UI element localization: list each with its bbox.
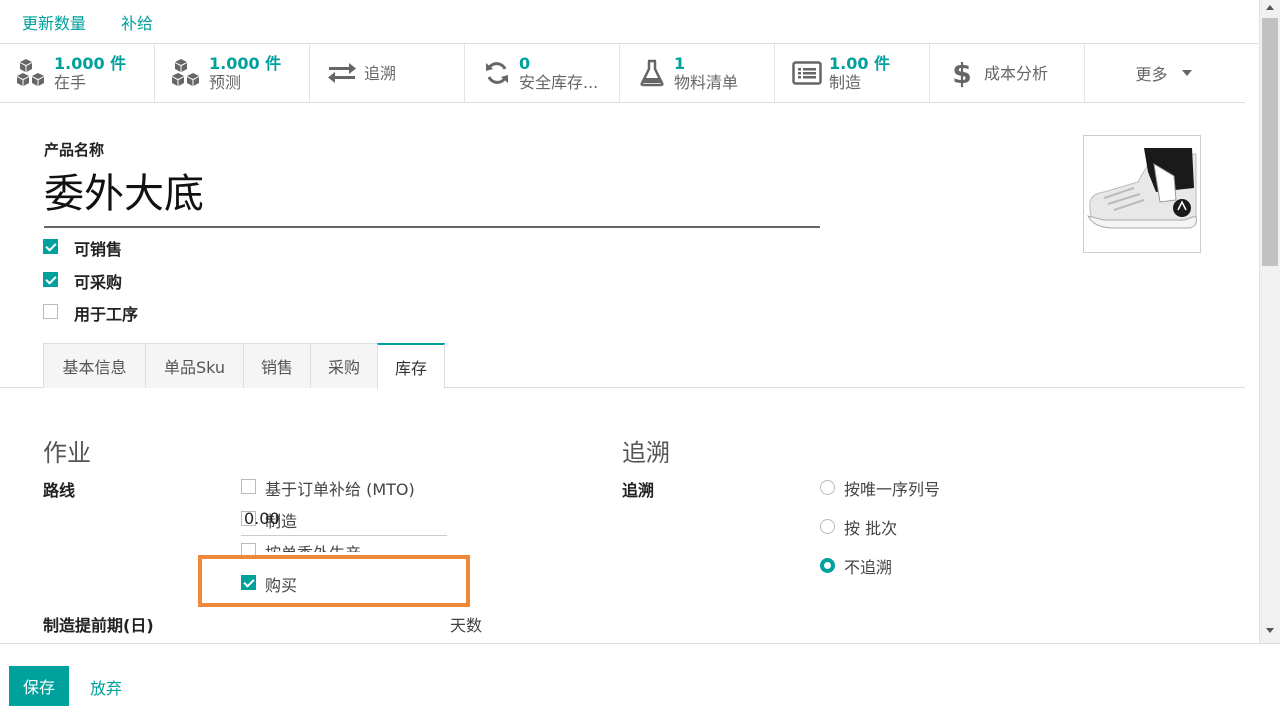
tracking-label: 追溯 <box>622 481 655 500</box>
tracking-serial-label: 按唯一序列号 <box>844 480 941 499</box>
update-quantity-button[interactable]: 更新数量 <box>22 10 86 34</box>
cost-analysis-label: 成本分析 <box>984 63 1049 83</box>
on-hand-label: 在手 <box>54 73 87 92</box>
manufacturing-label: 制造 <box>829 73 862 92</box>
product-name-label: 产品名称 <box>44 141 105 159</box>
cost-analysis-button[interactable]: $ 成本分析 <box>930 44 1085 102</box>
tracking-lot-label: 按 批次 <box>844 519 898 538</box>
smart-buttons: 1.000 件 在手 1.000 件 预测 追溯 0 安全库存... 1 物料清… <box>0 44 1245 103</box>
workcenter-checkbox[interactable] <box>43 304 58 319</box>
route-mto-checkbox[interactable] <box>241 479 256 494</box>
tab-sales[interactable]: 销售 <box>243 343 311 388</box>
sale-ok-checkbox[interactable] <box>43 239 58 254</box>
bom-label: 物料清单 <box>674 73 739 92</box>
control-panel: 更新数量 补给 <box>0 0 1258 44</box>
scroll-up-icon[interactable] <box>1266 5 1274 10</box>
traceability-label: 追溯 <box>364 63 397 83</box>
on-hand-value: 1.000 件 <box>54 54 127 73</box>
more-dropdown[interactable]: 更多 <box>1085 44 1242 102</box>
tab-inventory[interactable]: 库存 <box>377 343 445 389</box>
more-label: 更多 <box>1135 65 1168 84</box>
tracking-none-radio[interactable] <box>820 558 835 573</box>
bom-button[interactable]: 1 物料清单 <box>620 44 775 102</box>
save-button[interactable]: 保存 <box>9 666 69 706</box>
traceability-title: 追溯 <box>622 439 670 467</box>
refresh-icon <box>477 60 517 86</box>
safety-stock-label: 安全库存... <box>519 73 599 92</box>
routes-label: 路线 <box>43 481 76 500</box>
route-mto-label: 基于订单补给 (MTO) <box>265 480 415 499</box>
forecast-value: 1.000 件 <box>209 54 282 73</box>
caret-down-icon <box>1181 70 1192 76</box>
safety-stock-button[interactable]: 0 安全库存... <box>465 44 620 102</box>
cubes-icon <box>12 58 52 88</box>
form-footer: 保存 放弃 <box>0 643 1280 712</box>
bom-value: 1 <box>674 54 686 73</box>
purchase-ok-checkbox[interactable] <box>43 272 58 287</box>
highlight-box <box>198 555 470 607</box>
workcenter-label: 用于工序 <box>74 305 139 324</box>
purchase-ok-label: 可采购 <box>74 273 123 292</box>
flask-icon <box>632 59 672 87</box>
tracking-lot-radio[interactable] <box>820 519 835 534</box>
sneaker-image <box>1087 148 1197 229</box>
cubes-icon <box>167 58 207 88</box>
manufacturing-value: 1.00 件 <box>829 54 891 73</box>
forecast-label: 预测 <box>209 73 242 92</box>
sale-ok-label: 可销售 <box>74 240 123 259</box>
manufacture-lead-label: 制造提前期(日) <box>43 616 154 635</box>
dollar-icon: $ <box>952 56 972 90</box>
on-hand-button[interactable]: 1.000 件 在手 <box>0 44 155 102</box>
forecast-button[interactable]: 1.000 件 预测 <box>155 44 310 102</box>
product-name-input[interactable]: 委外大底 <box>44 166 820 228</box>
scrollbar[interactable] <box>1259 0 1280 643</box>
tracking-none-label: 不追溯 <box>844 558 893 577</box>
tab-general-info[interactable]: 基本信息 <box>43 343 146 388</box>
product-form: 产品名称 委外大底 可销售 可采购 用于工序 基本信息 单品Sku 销售 采购 … <box>0 103 1245 643</box>
notebook-tabs: 基本信息 单品Sku 销售 采购 库存 <box>0 343 1245 389</box>
tab-variants[interactable]: 单品Sku <box>145 343 244 388</box>
lead-unit-label: 天数 <box>450 616 483 635</box>
exchange-icon <box>322 62 362 84</box>
product-image[interactable] <box>1083 135 1201 253</box>
list-icon <box>787 61 827 85</box>
manufacture-lead-input[interactable]: 0.00 <box>241 506 447 536</box>
tracking-serial-radio[interactable] <box>820 480 835 495</box>
tab-purchase[interactable]: 采购 <box>310 343 378 388</box>
safety-stock-value: 0 <box>519 54 531 73</box>
manufacturing-button[interactable]: 1.00 件 制造 <box>775 44 930 102</box>
discard-button[interactable]: 放弃 <box>90 675 122 699</box>
route-subcontract-label: 按单委外生产 <box>265 540 361 552</box>
traceability-button[interactable]: 追溯 <box>310 44 465 102</box>
scrollbar-thumb[interactable] <box>1262 18 1278 266</box>
replenish-button[interactable]: 补给 <box>121 10 153 34</box>
operations-title: 作业 <box>43 439 91 467</box>
scroll-down-icon[interactable] <box>1266 628 1274 633</box>
